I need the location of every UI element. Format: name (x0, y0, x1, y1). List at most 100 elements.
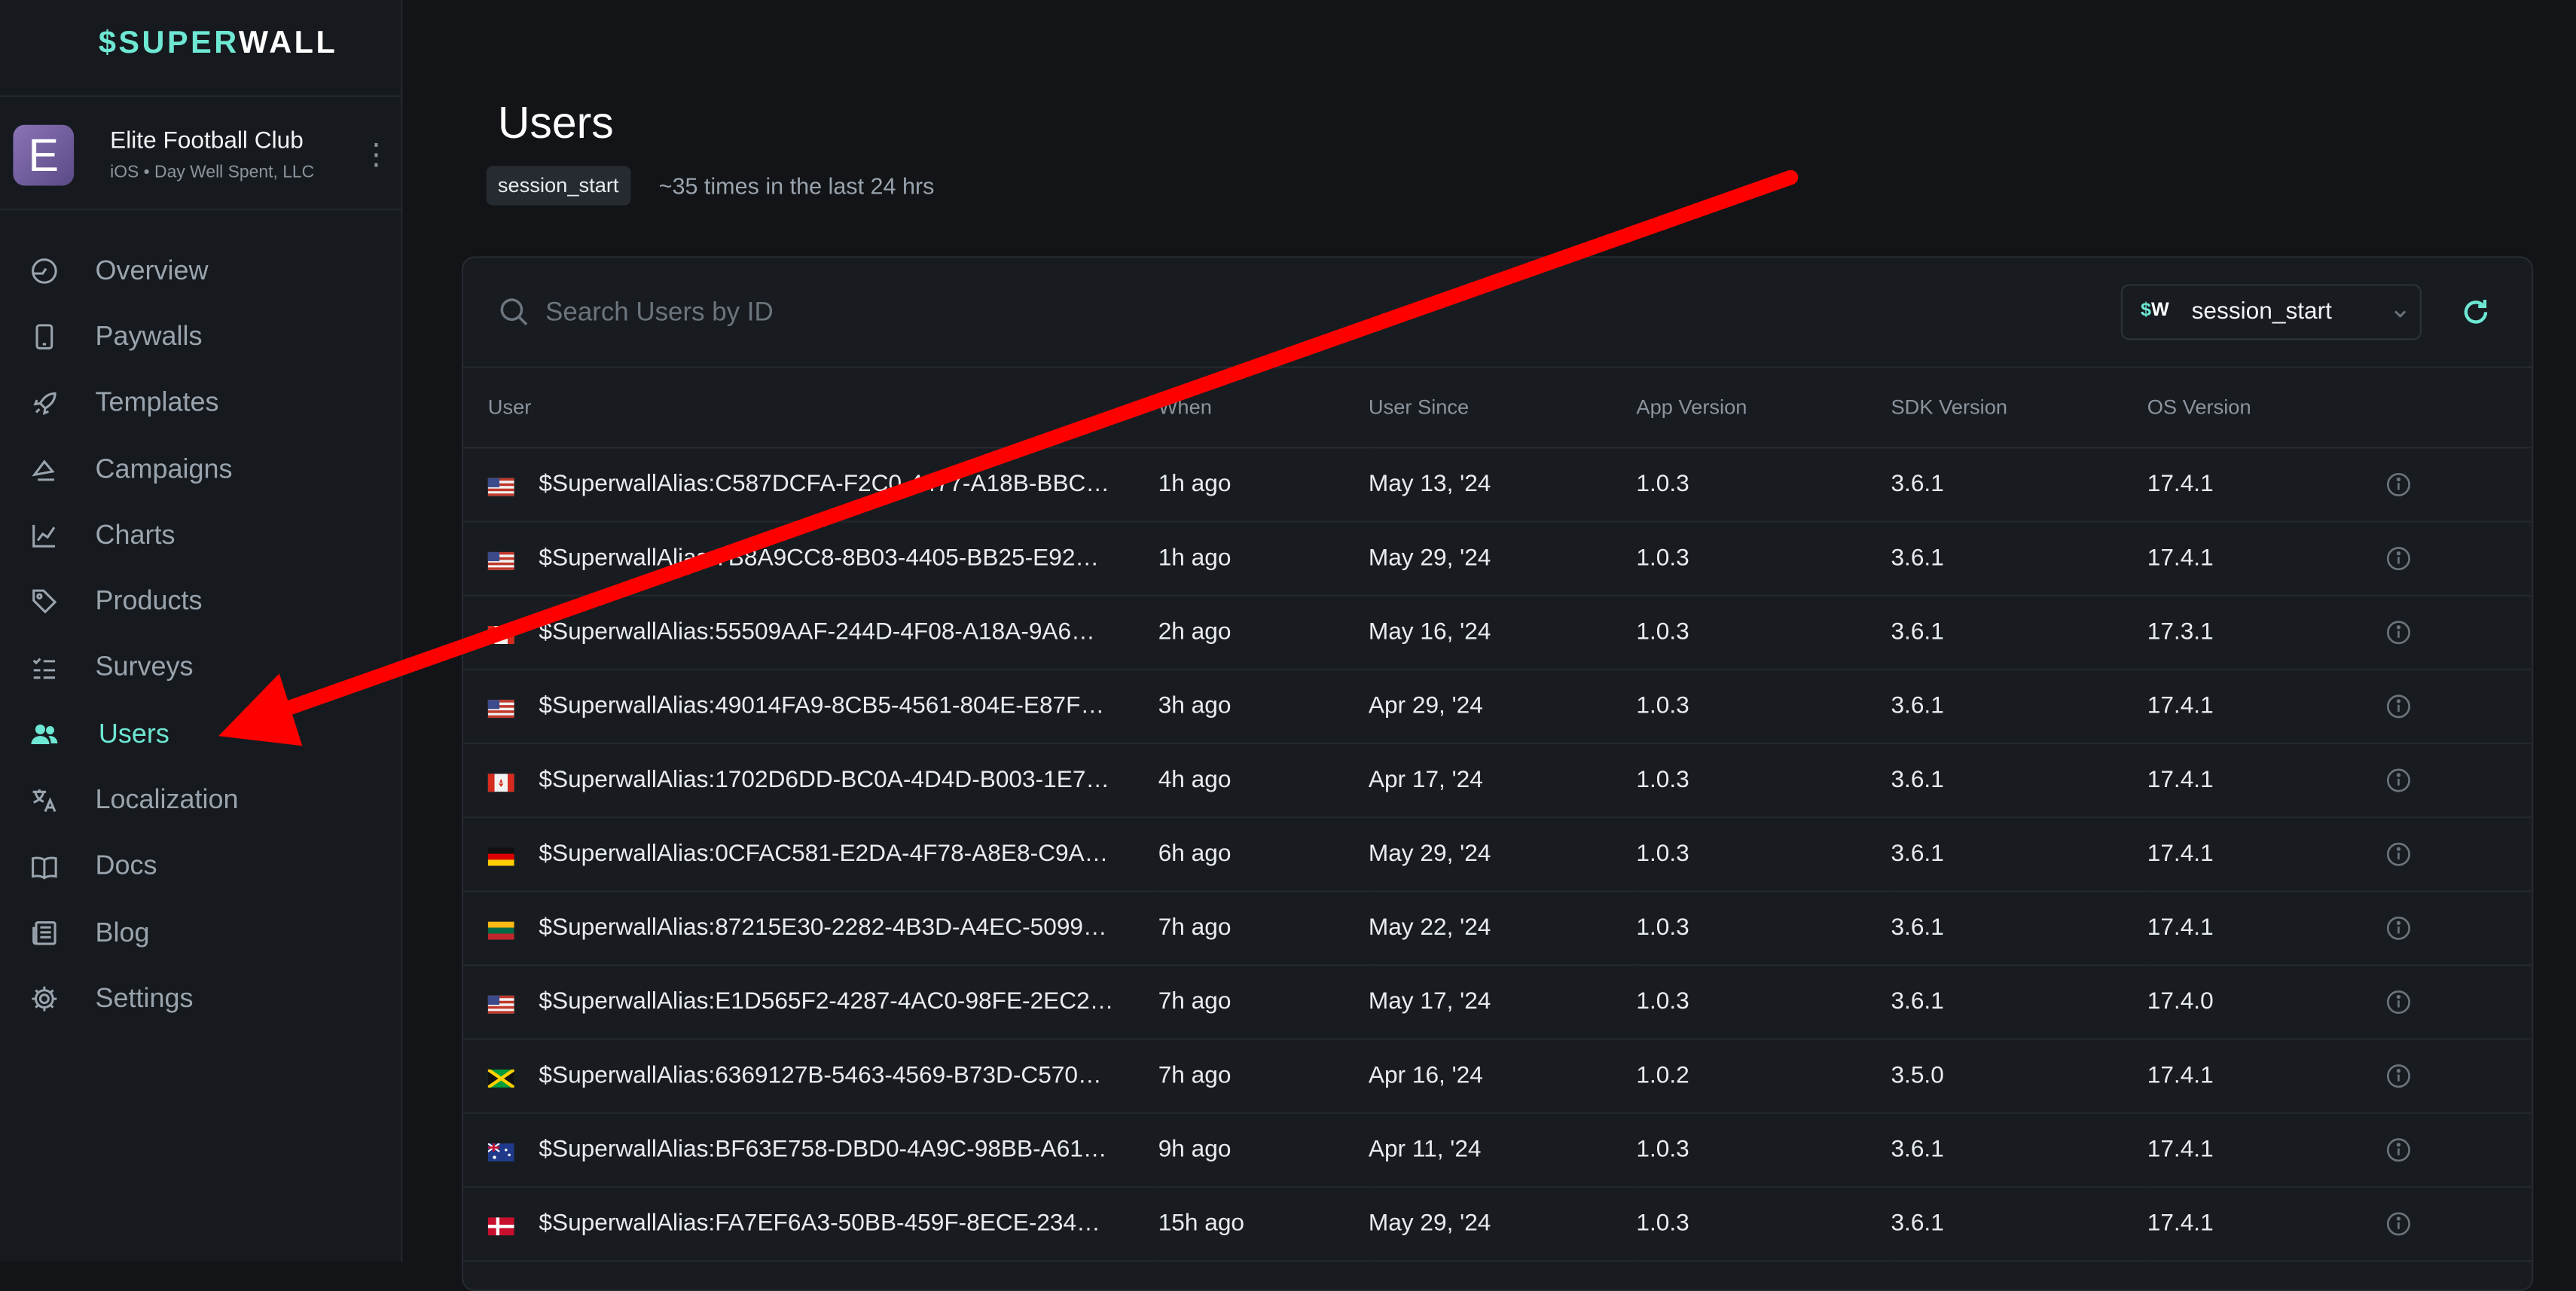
when-cell: 3h ago (1158, 669, 1369, 745)
sidebar-item-users[interactable]: Users (0, 702, 402, 768)
flag-icon-us (487, 993, 514, 1013)
os-version-cell: 17.4.1 (2147, 743, 2385, 819)
os-version-cell: 17.4.1 (2147, 521, 2385, 597)
sdk-version-cell: 3.6.1 (1891, 965, 2147, 1040)
table-row[interactable]: $SuperwallAlias:7B8A9CC8-8B03-4405-BB25-… (463, 521, 2532, 597)
table-row[interactable]: $SuperwallAlias:FA7EF6A3-50BB-459F-8ECE-… (463, 1186, 2532, 1262)
event-select-value: session_start (2191, 298, 2332, 325)
info-icon[interactable] (2385, 545, 2532, 572)
app-version-cell: 1.0.2 (1636, 1039, 1891, 1114)
table-row[interactable]: $SuperwallAlias:BF63E758-DBD0-4A9C-98BB-… (463, 1112, 2532, 1188)
sidebar-item-blog[interactable]: Blog (0, 900, 402, 966)
sidebar-item-campaigns[interactable]: Campaigns (0, 437, 402, 503)
when-cell: 7h ago (1158, 965, 1369, 1040)
when-cell: 15h ago (1158, 1186, 1369, 1262)
info-icon[interactable] (2385, 1063, 2532, 1089)
user-id: $SuperwallAlias:0CFAC581-E2DA-4F78-A8E8-… (539, 841, 1109, 868)
table-row[interactable]: $SuperwallAlias:E1D565F2-4287-4AC0-98FE-… (463, 965, 2532, 1040)
sidebar-item-charts[interactable]: Charts (0, 503, 402, 569)
page-title: Users (497, 98, 614, 148)
sidebar-item-label: Users (98, 719, 169, 749)
info-icon[interactable] (2385, 1210, 2532, 1237)
table-row[interactable]: $SuperwallAlias:55509AAF-244D-4F08-A18A-… (463, 595, 2532, 670)
refresh-icon[interactable] (2459, 296, 2492, 329)
user-since-cell: May 16, '24 (1368, 595, 1637, 670)
sdk-version-cell: 3.6.1 (1891, 521, 2147, 597)
info-cell (2385, 743, 2532, 819)
info-icon[interactable] (2385, 841, 2532, 868)
app-version-cell: 1.0.3 (1636, 891, 1891, 966)
sidebar-item-docs[interactable]: Docs (0, 834, 402, 900)
flag-icon-dk (487, 1215, 514, 1235)
user-cell: $SuperwallAlias:55509AAF-244D-4F08-A18A-… (463, 595, 1158, 670)
sdk-version-cell: 3.6.1 (1891, 1186, 2147, 1262)
table-row[interactable]: $SuperwallAlias:87215E30-2282-4B3D-A4EC-… (463, 891, 2532, 966)
info-icon[interactable] (2385, 693, 2532, 719)
flag-icon-au (487, 1141, 514, 1161)
app-switcher[interactable]: E Elite Football Club iOS • Day Well Spe… (0, 95, 403, 211)
info-icon[interactable] (2385, 768, 2532, 794)
user-id: $SuperwallAlias:1702D6DD-BC0A-4D4D-B003-… (539, 767, 1110, 794)
more-vertical-icon[interactable]: ⋮ (362, 136, 391, 172)
chevron-down-icon (2391, 302, 2410, 322)
info-icon[interactable] (2385, 619, 2532, 646)
app-version-cell: 1.0.3 (1636, 817, 1891, 893)
os-version-cell: 17.3.1 (2147, 595, 2385, 670)
sidebar-item-templates[interactable]: Templates (0, 371, 402, 437)
user-since-cell: May 17, '24 (1368, 965, 1637, 1040)
sidebar-item-paywalls[interactable]: Paywalls (0, 304, 402, 371)
table-row[interactable]: $SuperwallAlias:6369127B-5463-4569-B73D-… (463, 1039, 2532, 1114)
os-version-cell: 17.4.1 (2147, 447, 2385, 523)
when-cell: 7h ago (1158, 1039, 1369, 1114)
sidebar-item-label: Charts (95, 520, 175, 551)
superwall-logo[interactable]: $SUPERWALL (99, 26, 337, 63)
sdk-version-cell: 3.6.1 (1891, 1112, 2147, 1188)
app-version-cell: 1.0.3 (1636, 1186, 1891, 1262)
table-row[interactable]: $SuperwallAlias:0CFAC581-E2DA-4F78-A8E8-… (463, 817, 2532, 893)
user-cell: $SuperwallAlias:FA7EF6A3-50BB-459F-8ECE-… (463, 1186, 1158, 1262)
os-version-cell: 17.4.1 (2147, 817, 2385, 893)
event-select[interactable]: $W session_start (2120, 284, 2422, 340)
table-row[interactable]: $SuperwallAlias:49014FA9-8CB5-4561-804E-… (463, 669, 2532, 745)
table-row[interactable]: $SuperwallAlias:1702D6DD-BC0A-4D4D-B003-… (463, 743, 2532, 819)
users-table: User When User Since App Version SDK Ver… (463, 366, 2532, 1262)
column-header-sdk-version[interactable]: SDK Version (1891, 366, 2147, 449)
toolbar: $W session_start (463, 258, 2532, 368)
sidebar-item-label: Localization (95, 785, 239, 815)
column-header-user-since[interactable]: User Since (1368, 366, 1637, 449)
column-header-user[interactable]: User (463, 366, 1158, 449)
info-cell (2385, 595, 2532, 670)
info-cell (2385, 1039, 2532, 1114)
flag-icon-lt (487, 919, 514, 939)
sidebar-item-settings[interactable]: Settings (0, 966, 402, 1033)
search-input[interactable] (542, 287, 1535, 340)
column-header-actions (2385, 366, 2532, 449)
sdk-version-cell: 3.6.1 (1891, 817, 2147, 893)
info-icon[interactable] (2385, 1137, 2532, 1163)
sdk-version-cell: 3.6.1 (1891, 595, 2147, 670)
flag-icon-jm (487, 1067, 515, 1088)
app-version-cell: 1.0.3 (1636, 595, 1891, 670)
table-row[interactable]: $SuperwallAlias:C587DCFA-F2C0-4477-A18B-… (463, 447, 2532, 523)
sidebar-item-overview[interactable]: Overview (0, 238, 402, 304)
column-header-os-version[interactable]: OS Version (2147, 366, 2385, 449)
sidebar-item-localization[interactable]: Localization (0, 768, 402, 834)
sidebar-item-label: Blog (95, 917, 150, 948)
user-since-cell: May 29, '24 (1368, 817, 1637, 893)
info-icon[interactable] (2385, 915, 2532, 942)
user-id: $SuperwallAlias:87215E30-2282-4B3D-A4EC-… (539, 914, 1107, 942)
sidebar-item-products[interactable]: Products (0, 569, 402, 636)
sidebar-item-surveys[interactable]: Surveys (0, 636, 402, 702)
info-icon[interactable] (2385, 989, 2532, 1015)
column-header-app-version[interactable]: App Version (1636, 366, 1891, 449)
rocket-icon (29, 389, 59, 418)
app-version-cell: 1.0.3 (1636, 743, 1891, 819)
flag-icon-us (487, 697, 514, 718)
info-icon[interactable] (2385, 472, 2532, 498)
user-since-cell: Apr 11, '24 (1368, 1112, 1637, 1188)
user-id: $SuperwallAlias:6369127B-5463-4569-B73D-… (539, 1063, 1102, 1090)
gear-icon (29, 984, 59, 1014)
app-name: Elite Football Club (110, 128, 304, 155)
user-id: $SuperwallAlias:7B8A9CC8-8B03-4405-BB25-… (539, 545, 1100, 572)
column-header-when[interactable]: When (1158, 366, 1369, 449)
